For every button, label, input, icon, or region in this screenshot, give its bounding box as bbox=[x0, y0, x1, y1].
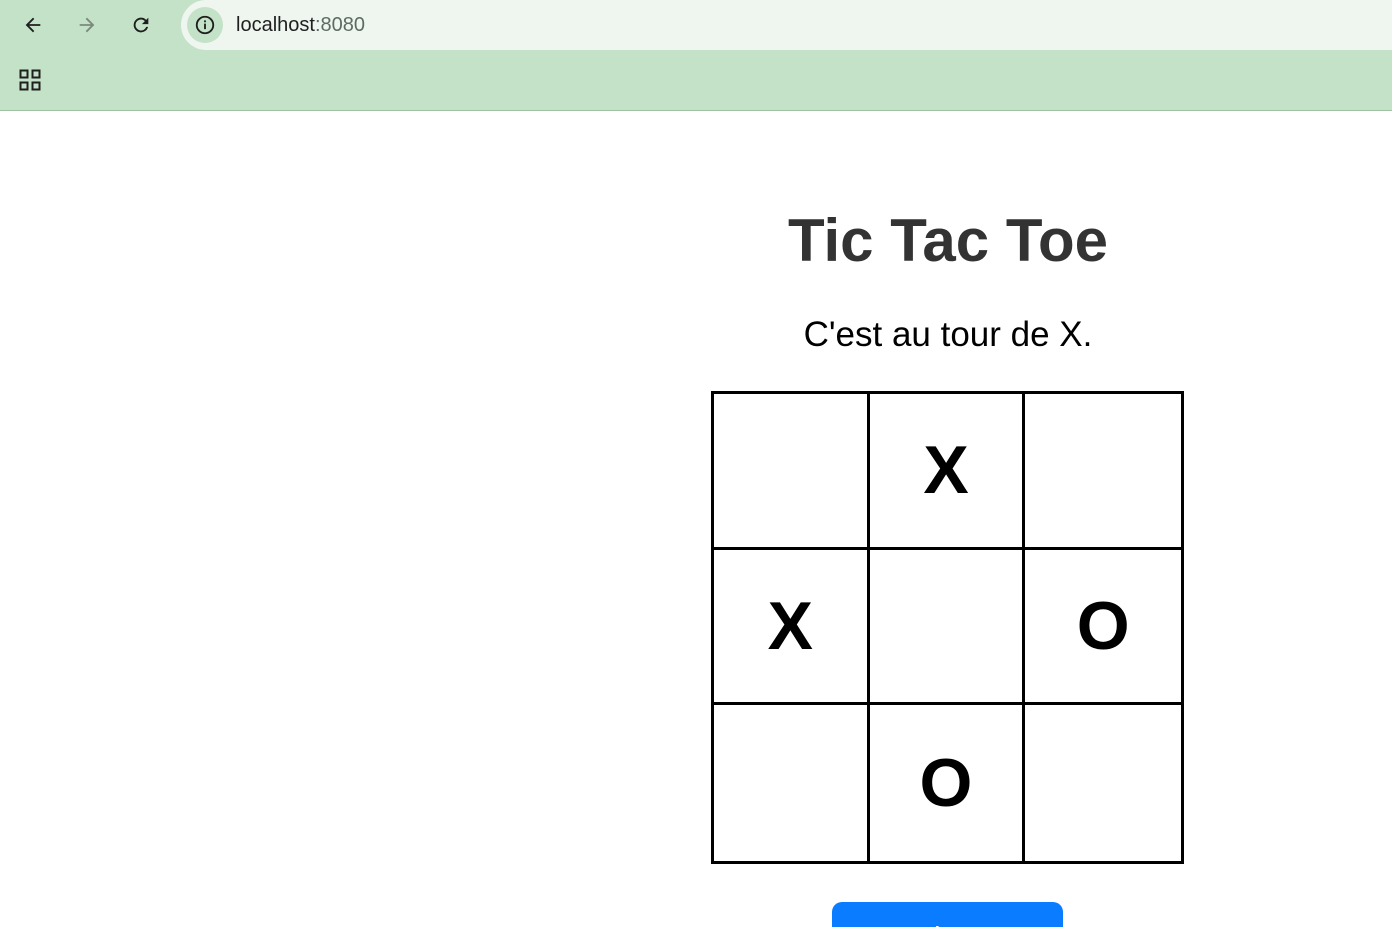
browser-toolbar: localhost:8080 bbox=[0, 0, 1392, 111]
url-port: :8080 bbox=[314, 14, 365, 36]
board-cell-5[interactable] bbox=[869, 549, 1026, 706]
board-cell-7[interactable] bbox=[714, 705, 870, 861]
apps-button[interactable] bbox=[10, 60, 50, 100]
board-cell-2[interactable]: X bbox=[869, 394, 1026, 550]
game-board: X X O O bbox=[711, 391, 1184, 864]
arrow-left-icon bbox=[25, 17, 41, 33]
turn-status: C'est au tour de X. bbox=[803, 315, 1093, 354]
apps-grid-icon bbox=[19, 69, 41, 91]
board-cell-8[interactable]: O bbox=[869, 705, 1026, 861]
board-cell-1[interactable] bbox=[714, 394, 870, 550]
info-icon bbox=[195, 15, 215, 35]
url-host: localhost bbox=[236, 14, 315, 36]
board-cell-3[interactable] bbox=[1025, 394, 1181, 550]
site-info-button[interactable] bbox=[187, 7, 223, 43]
board-cell-9[interactable] bbox=[1025, 705, 1181, 861]
board-cell-4[interactable]: X bbox=[714, 549, 870, 706]
page-content: Tic Tac Toe C'est au tour de X. X X O O … bbox=[0, 111, 1392, 927]
reload-icon bbox=[133, 17, 149, 33]
board-cell-6[interactable]: O bbox=[1025, 549, 1181, 706]
forward-button[interactable] bbox=[67, 5, 107, 45]
arrow-right-icon bbox=[79, 17, 95, 33]
reload-button[interactable] bbox=[121, 5, 161, 45]
page-title: Tic Tac Toe bbox=[787, 207, 1109, 274]
url-text[interactable]: localhost:8080 bbox=[236, 13, 365, 37]
restart-button[interactable]: Rejouer bbox=[832, 902, 1063, 927]
address-bar[interactable]: localhost:8080 bbox=[181, 0, 1392, 50]
back-button[interactable] bbox=[13, 5, 53, 45]
